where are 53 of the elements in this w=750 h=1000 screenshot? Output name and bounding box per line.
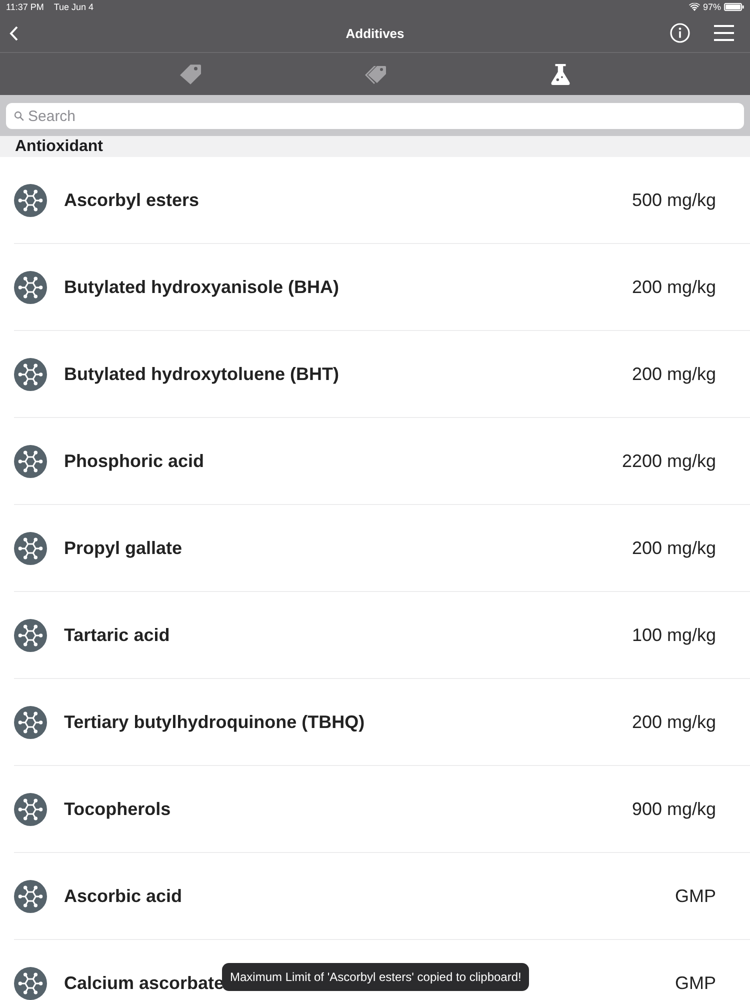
menu-button[interactable] bbox=[714, 25, 734, 41]
battery-icon bbox=[724, 3, 744, 11]
limit-value: 200 mg/kg bbox=[632, 538, 716, 558]
additive-row[interactable]: Tartaric acid 100 mg/kg bbox=[14, 592, 750, 679]
additive-row[interactable]: Propyl gallate 200 mg/kg bbox=[14, 505, 750, 592]
additive-name: Propyl gallate bbox=[64, 538, 182, 558]
search-field[interactable]: Search bbox=[6, 103, 744, 129]
limit-value: 200 mg/kg bbox=[632, 276, 716, 298]
status-date: Tue Jun 4 bbox=[54, 2, 94, 12]
additive-row[interactable]: Ascorbyl esters 500 mg/kg bbox=[14, 157, 750, 244]
limit-value: 100 mg/kg bbox=[632, 624, 716, 646]
battery-percent: 97% bbox=[702, 2, 721, 12]
limit-value: 200 mg/kg bbox=[632, 364, 716, 384]
additive-row[interactable]: Butylated hydroxyanisole (BHA) 200 mg/kg bbox=[14, 244, 750, 331]
chevron-left-icon bbox=[9, 26, 19, 40]
molecule-icon bbox=[14, 358, 47, 390]
molecule-icon bbox=[14, 184, 47, 216]
additive-name: Phosphoric acid bbox=[64, 450, 204, 472]
molecule-icon bbox=[14, 618, 47, 652]
additive-name: Ascorbic acid bbox=[64, 886, 182, 906]
wifi-icon bbox=[688, 3, 700, 11]
section-header: Antioxidant bbox=[0, 136, 750, 157]
back-button[interactable] bbox=[9, 26, 19, 40]
info-button[interactable] bbox=[670, 23, 690, 43]
toast-message: Maximum Limit of 'Ascorbyl esters' copied to clipboard! bbox=[222, 963, 530, 991]
additive-row[interactable]: Butylated hydroxytoluene (BHT) 200 mg/kg bbox=[14, 331, 750, 418]
additive-name: Tocopherols bbox=[64, 798, 171, 820]
info-icon bbox=[670, 23, 690, 43]
molecule-icon bbox=[14, 532, 47, 564]
additive-name: Butylated hydroxytoluene (BHT) bbox=[64, 364, 340, 384]
limit-value: GMP bbox=[674, 886, 716, 906]
search-icon bbox=[14, 111, 24, 121]
additive-name: Butylated hydroxyanisole (BHA) bbox=[64, 276, 340, 298]
nav-title: Additives bbox=[346, 26, 404, 40]
limit-value: 2200 mg/kg bbox=[622, 450, 716, 472]
additive-row[interactable]: Ascorbic acid GMP bbox=[14, 853, 750, 940]
limit-value: GMP bbox=[674, 972, 716, 994]
menu-icon bbox=[714, 25, 734, 41]
molecule-icon bbox=[14, 444, 47, 478]
status-time: 11:37 PM bbox=[6, 2, 44, 12]
molecule-icon bbox=[14, 880, 47, 912]
additive-row[interactable]: Phosphoric acid 2200 mg/kg bbox=[14, 418, 750, 505]
limit-value: 900 mg/kg bbox=[632, 798, 716, 820]
additive-name: Tertiary butylhydroquinone (TBHQ) bbox=[64, 712, 365, 732]
molecule-icon bbox=[14, 792, 47, 826]
additive-name: Ascorbyl esters bbox=[64, 190, 200, 210]
limit-value: 200 mg/kg bbox=[632, 712, 716, 732]
additive-row[interactable]: Tertiary butylhydroquinone (TBHQ) 200 mg/kg bbox=[14, 679, 750, 766]
additive-row[interactable]: Tocopherols 900 mg/kg bbox=[14, 766, 750, 853]
limit-value: 500 mg/kg bbox=[632, 190, 716, 210]
additive-name: Tartaric acid bbox=[64, 624, 170, 646]
molecule-icon bbox=[14, 270, 47, 304]
molecule-icon bbox=[14, 706, 47, 738]
